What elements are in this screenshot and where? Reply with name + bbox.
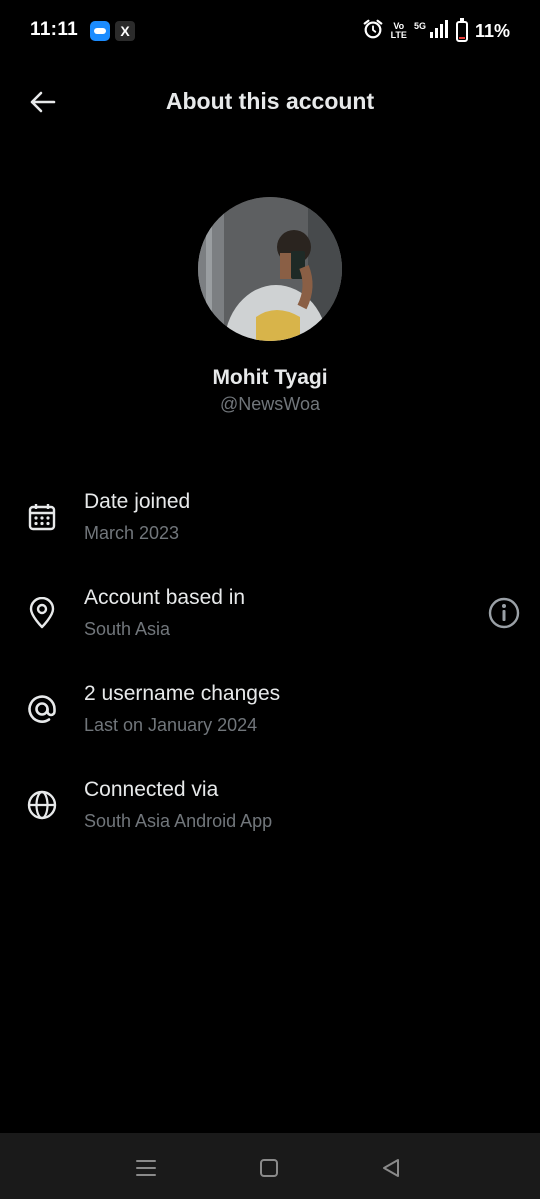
calendar-icon [24,499,60,535]
back-triangle-icon [383,1159,399,1177]
location-pin-icon [24,595,60,631]
globe-icon [24,787,60,823]
row-title: Connected via [84,778,219,801]
status-time: 11:11 [30,19,78,40]
profile-handle: @NewsWoa [220,394,320,414]
row-subtitle: Last on January 2024 [84,715,258,735]
profile-name: Mohit Tyagi [212,366,328,389]
status-indicators: Vo LTE 5G 11% [362,17,510,45]
back-nav-button[interactable] [376,1153,406,1183]
battery-percent: 11% [474,20,510,41]
row-subtitle: March 2023 [84,523,180,543]
row-subtitle: South Asia [84,619,171,639]
battery-icon [455,17,468,42]
volte-indicator: Vo LTE [390,21,407,40]
x-icon: X [115,21,135,41]
status-bar: 11:11 X Vo LTE 5G 11% [0,0,540,62]
at-sign-icon [24,691,60,727]
info-icon [488,597,520,629]
account-based-in-row: Account based in South Asia [0,574,540,654]
network-type: 5G [413,21,426,31]
system-nav-bar [0,1133,540,1199]
recent-apps-button[interactable] [131,1153,161,1183]
signal-icon [429,19,449,44]
row-subtitle: South Asia Android App [84,811,273,831]
date-joined-row: Date joined March 2023 [0,478,540,558]
row-title: Account based in [84,586,246,609]
info-button[interactable] [486,595,522,631]
connected-via-row: Connected via South Asia Android App [0,766,540,846]
battery-level [458,36,465,39]
username-changes-row: 2 username changes Last on January 2024 [0,670,540,750]
home-button[interactable] [254,1153,284,1183]
home-square-icon [260,1159,278,1177]
row-title: 2 username changes [84,682,281,705]
app-header: About this account [0,70,540,134]
menu-icon [136,1160,156,1176]
alarm-icon [362,18,384,45]
row-title: Date joined [84,490,191,513]
avatar[interactable] [198,197,342,341]
paytm-icon [90,21,110,41]
page-title: About this account [165,88,375,114]
